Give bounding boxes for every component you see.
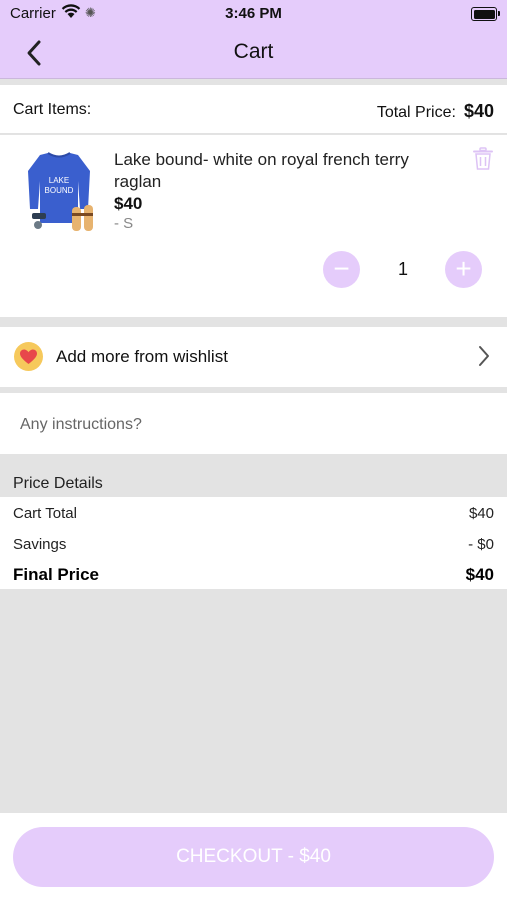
product-name[interactable]: Lake bound- white on royal french terry …	[114, 149, 444, 193]
cart-item: LAKE BOUND Lake bound- white on royal fr…	[0, 135, 507, 317]
page-title: Cart	[233, 40, 274, 63]
trash-icon[interactable]	[472, 147, 494, 171]
savings-value: - $0	[468, 536, 494, 553]
cart-summary-header: Cart Items: Total Price: $40	[0, 85, 507, 134]
quantity-value: 1	[397, 259, 408, 279]
final-price-value: $40	[465, 565, 494, 584]
savings-row: Savings - $0	[13, 536, 494, 553]
total-price: Total Price: $40	[377, 101, 494, 122]
chevron-right-icon	[479, 346, 489, 366]
product-thumbnail[interactable]: LAKE BOUND	[18, 151, 100, 239]
decrease-quantity-button[interactable]: −	[323, 251, 360, 288]
plus-icon: +	[455, 253, 472, 284]
svg-text:BOUND: BOUND	[45, 186, 74, 195]
cart-total-row: Cart Total $40	[13, 505, 494, 522]
battery-icon	[471, 7, 500, 21]
price-details: Cart Total $40 Savings - $0 Final Price …	[0, 497, 507, 589]
price-details-title: Price Details	[13, 475, 103, 492]
wishlist-label: Add more from wishlist	[56, 347, 228, 366]
final-price-row: Final Price $40	[13, 565, 494, 585]
final-price-label: Final Price	[13, 565, 99, 584]
total-price-value: $40	[463, 101, 494, 121]
status-time: 3:46 PM	[225, 5, 282, 22]
cart-items-label: Cart Items:	[13, 101, 92, 118]
add-from-wishlist-row[interactable]: Add more from wishlist	[0, 327, 507, 387]
total-price-label: Total Price:	[376, 104, 456, 121]
checkout-button[interactable]: CHECKOUT - $40	[13, 827, 494, 887]
product-size: - S	[114, 215, 134, 232]
heart-icon	[14, 342, 43, 371]
price-details-header: Price Details	[0, 467, 507, 497]
savings-label: Savings	[13, 536, 67, 553]
minus-icon: −	[333, 253, 350, 284]
checkout-bar: CHECKOUT - $40	[0, 813, 507, 900]
instructions-section	[0, 393, 507, 454]
instructions-input[interactable]	[18, 412, 482, 438]
cart-total-value: $40	[468, 505, 494, 522]
increase-quantity-button[interactable]: +	[445, 251, 482, 288]
product-price: $40	[114, 194, 143, 213]
navigation-bar: Cart	[0, 28, 507, 79]
thumbnail-print-text: LAKE	[49, 176, 69, 185]
status-bar: Carrier ✺ 3:46 PM	[0, 0, 507, 28]
cart-total-label: Cart Total	[13, 505, 77, 522]
